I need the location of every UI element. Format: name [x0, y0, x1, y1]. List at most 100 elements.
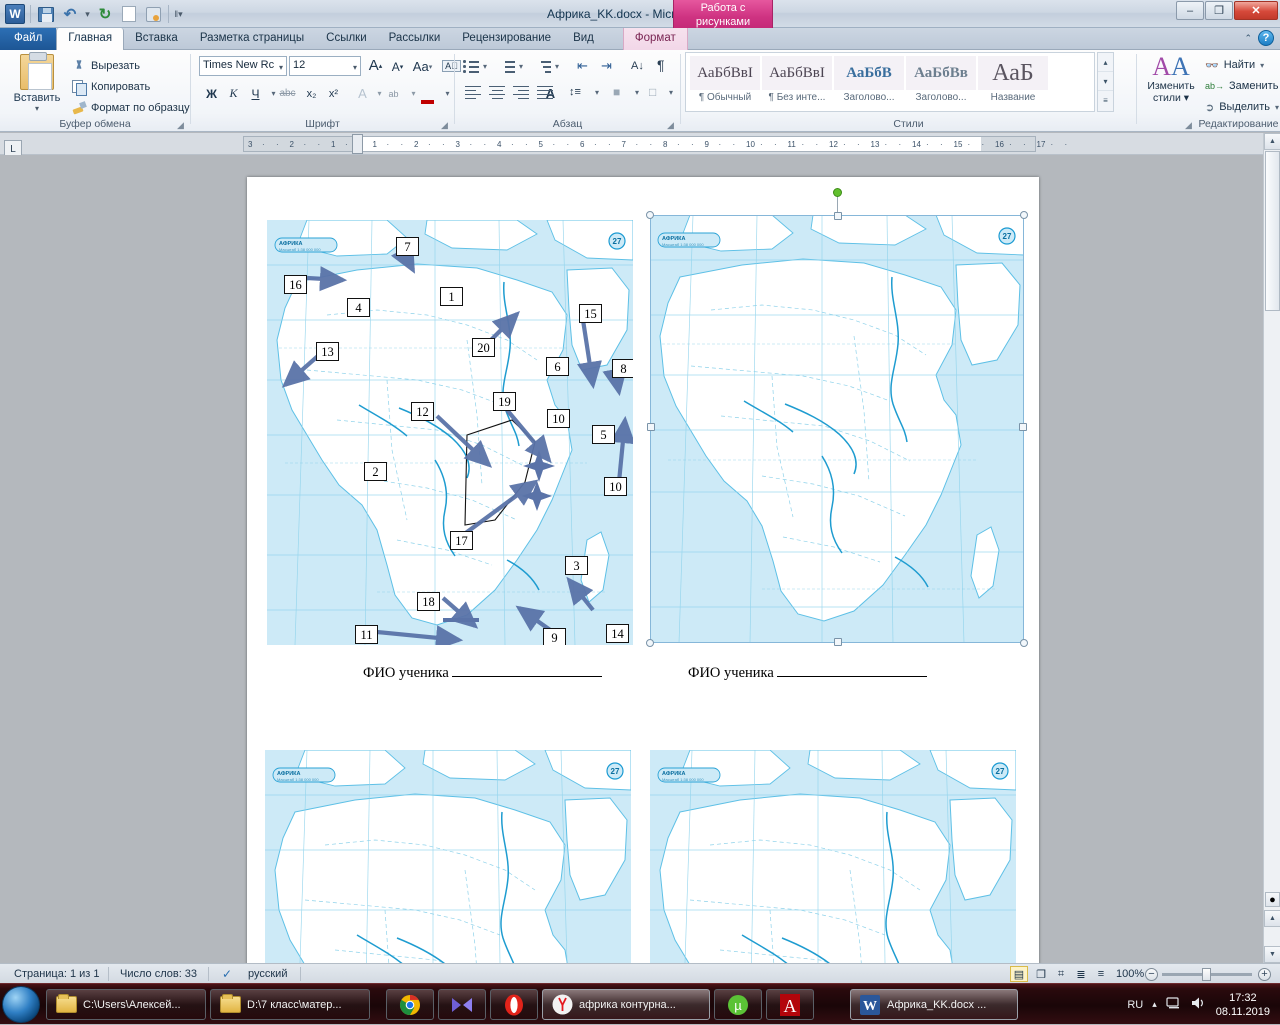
align-right-button[interactable]	[513, 81, 529, 102]
shrink-font-button[interactable]: A ▾	[387, 56, 408, 77]
start-button[interactable]	[2, 986, 40, 1023]
subscript-button[interactable]: x₂	[301, 83, 322, 104]
print-layout-view-button[interactable]: ▤	[1010, 966, 1028, 982]
taskbar-yandex[interactable]: африка контурна...	[542, 989, 710, 1020]
map-callout-box[interactable]: 13	[316, 342, 339, 361]
map-callout-box[interactable]: 15	[579, 304, 602, 323]
bullets-caret-icon[interactable]: ▾	[483, 56, 487, 77]
font-name-caret-icon[interactable]: ▾	[279, 63, 283, 72]
change-styles-button[interactable]: AA Изменить стили ▾	[1141, 54, 1201, 105]
minimize-button[interactable]: –	[1176, 1, 1204, 20]
network-icon[interactable]	[1166, 996, 1182, 1013]
align-left-button[interactable]	[465, 81, 481, 102]
line-spacing-button[interactable]: ↕≡	[569, 81, 581, 102]
font-size-caret-icon[interactable]: ▾	[353, 63, 357, 72]
bullets-button[interactable]	[463, 55, 480, 76]
map-callout-box[interactable]: 6	[546, 357, 569, 376]
paste-button[interactable]: Вставить ▾	[10, 52, 64, 113]
clock[interactable]: 17:32 08.11.2019	[1216, 991, 1270, 1019]
spell-check-icon[interactable]: ✓	[214, 964, 240, 984]
change-case-button[interactable]: Aa ▾	[412, 56, 433, 77]
numbering-button[interactable]	[499, 55, 516, 76]
select-browse-object-icon[interactable]: ●	[1265, 892, 1280, 907]
resize-handle-middle-right[interactable]	[1019, 423, 1027, 431]
style-item-heading-1[interactable]: АаБбВ Заголово...	[833, 55, 905, 109]
numbering-caret-icon[interactable]: ▾	[519, 56, 523, 77]
resize-handle-top-left[interactable]	[646, 211, 654, 219]
ribbon-tab-strip[interactable]: Файл Главная Вставка Разметка страницы С…	[0, 28, 1280, 50]
grow-font-button[interactable]: A ▴	[365, 55, 386, 76]
ribbon-right-controls[interactable]: ⌃ ?	[1244, 30, 1274, 46]
close-button[interactable]: ✕	[1234, 1, 1278, 20]
zoom-out-button[interactable]: −	[1145, 968, 1158, 981]
taskbar-word[interactable]: W Африка_KK.docx ...	[850, 989, 1018, 1020]
language-indicator[interactable]: русский	[240, 964, 295, 984]
tab-review[interactable]: Рецензирование	[451, 28, 562, 50]
styles-scroll-down-icon[interactable]: ▾	[1098, 72, 1113, 91]
font-name-combo[interactable]: Times New Rc ▾	[199, 56, 287, 76]
word-count-indicator[interactable]: Число слов: 33	[112, 964, 205, 984]
map-callout-box[interactable]: 10	[547, 409, 570, 428]
scroll-thumb[interactable]	[1265, 151, 1280, 311]
map-callout-box[interactable]: 19	[493, 392, 516, 411]
multilevel-list-button[interactable]	[535, 55, 552, 76]
horizontal-ruler[interactable]: 3 · · 2 · · 1 · · 1 · · 2 · · 3 · · 4 · · 5 · · 6 · · 7 · · 8 · · 9 · · 10 · ·…	[0, 133, 1280, 155]
tab-references[interactable]: Ссылки	[315, 28, 378, 50]
map-callout-box[interactable]: 7	[396, 237, 419, 256]
tab-home[interactable]: Главная	[56, 28, 125, 50]
resize-handle-top-right[interactable]	[1020, 211, 1028, 219]
styles-gallery-scrollbar[interactable]: ▴ ▾ ≡	[1097, 52, 1114, 112]
copy-button[interactable]: Копировать	[72, 77, 150, 96]
document-page[interactable]: АФРИКА Масштаб 1:38 000 000 27 7 16 4 1 …	[247, 177, 1039, 963]
select-caret-icon[interactable]: ▾	[1275, 103, 1279, 112]
map-callout-box[interactable]: 10	[604, 477, 627, 496]
map-callout-box[interactable]: 9	[543, 628, 566, 645]
highlight-button[interactable]: ab	[383, 83, 404, 104]
resize-handle-middle-left[interactable]	[647, 423, 655, 431]
window-controls[interactable]: – ❐ ✕	[1176, 1, 1278, 20]
multilevel-caret-icon[interactable]: ▾	[555, 56, 559, 77]
bold-button[interactable]: Ж	[201, 83, 222, 104]
taskbar-acrobat[interactable]: A	[766, 989, 814, 1020]
restore-button[interactable]: ❐	[1205, 1, 1233, 20]
scroll-up-button[interactable]: ▲	[1264, 133, 1280, 150]
paste-dropdown-icon[interactable]: ▾	[10, 104, 64, 113]
next-page-button[interactable]: ▼	[1264, 946, 1280, 963]
tab-view[interactable]: Вид	[562, 28, 605, 50]
style-item-title[interactable]: АаБ Название	[977, 55, 1049, 109]
sort-button[interactable]: A↓	[631, 55, 644, 76]
taskbar-utorrent[interactable]: µ	[714, 989, 762, 1020]
map-callout-box[interactable]: 5	[592, 425, 615, 444]
decrease-indent-button[interactable]: ⇤	[577, 55, 588, 76]
taskbar-thebat[interactable]	[438, 989, 486, 1020]
zoom-in-button[interactable]: +	[1258, 968, 1271, 981]
map-callout-box[interactable]: 12	[411, 402, 434, 421]
volume-icon[interactable]	[1191, 996, 1207, 1013]
tab-insert[interactable]: Вставка	[124, 28, 189, 50]
image-selection-frame[interactable]	[646, 188, 1028, 647]
full-screen-reading-view-button[interactable]: ❐	[1032, 966, 1050, 982]
map-callout-box[interactable]: 14	[606, 624, 629, 643]
caption-student-name-2[interactable]: ФИО ученика	[688, 665, 928, 682]
strikethrough-button[interactable]: abc	[277, 83, 298, 104]
map-callout-box[interactable]: 11	[355, 625, 378, 644]
taskbar-explorer-users[interactable]: C:\Users\Алексей...	[46, 989, 206, 1020]
map-callout-box[interactable]: 8	[612, 359, 633, 378]
format-painter-button[interactable]: Формат по образцу	[72, 98, 190, 117]
system-tray[interactable]: RU ▴ 17:32 08.11.2019	[1127, 984, 1280, 1025]
select-button[interactable]: ➲ Выделить ▾	[1205, 97, 1279, 117]
map-africa-blank-3[interactable]: АФРИКА Масштаб 1:38 000 000 27	[265, 750, 631, 963]
map-callout-box[interactable]: 1	[440, 287, 463, 306]
map-callout-box[interactable]: 20	[472, 338, 495, 357]
styles-dialog-launcher[interactable]: ◢	[1185, 120, 1195, 130]
web-layout-view-button[interactable]: ⌗	[1052, 966, 1070, 982]
page-indicator[interactable]: Страница: 1 из 1	[6, 964, 108, 984]
resize-handle-bottom-right[interactable]	[1020, 639, 1028, 647]
collapse-ribbon-icon[interactable]: ⌃	[1244, 33, 1252, 44]
map-callout-box[interactable]: 2	[364, 462, 387, 481]
resize-handle-top-center[interactable]	[834, 212, 842, 220]
document-canvas[interactable]: АФРИКА Масштаб 1:38 000 000 27 7 16 4 1 …	[0, 155, 1280, 963]
styles-scroll-up-icon[interactable]: ▴	[1098, 53, 1113, 72]
increase-indent-button[interactable]: ⇥	[601, 55, 612, 76]
tab-page-layout[interactable]: Разметка страницы	[189, 28, 315, 50]
